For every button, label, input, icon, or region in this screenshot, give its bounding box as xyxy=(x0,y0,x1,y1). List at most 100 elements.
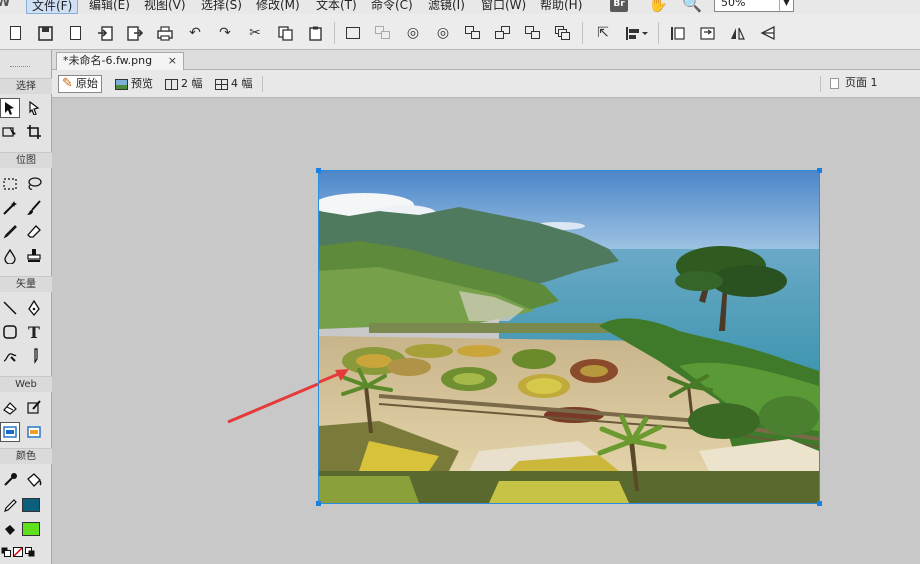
fill-color-icon xyxy=(0,520,20,540)
menu-text[interactable]: 文本(T) xyxy=(311,0,362,14)
no-stroke-fill-icon[interactable] xyxy=(12,542,24,562)
annotation-arrow xyxy=(319,369,349,384)
eyedropper-tool-icon[interactable] xyxy=(0,470,20,490)
swap-colors-icon[interactable] xyxy=(24,542,36,562)
bring-to-front-icon[interactable] xyxy=(464,24,482,42)
section-colors: 颜色 xyxy=(0,448,52,464)
flip-vertical-icon[interactable] xyxy=(758,24,776,42)
stroke-color-swatch[interactable] xyxy=(22,498,40,512)
selection-handle[interactable] xyxy=(817,168,822,173)
rotate-90-cw-icon[interactable] xyxy=(698,24,716,42)
original-view-button[interactable]: ✎ 原始 xyxy=(58,75,102,93)
distribute-icon[interactable]: ⇱ xyxy=(594,24,612,42)
default-colors-icon[interactable] xyxy=(0,542,12,562)
page-label: 页面 1 xyxy=(845,76,878,89)
import-icon[interactable] xyxy=(96,24,114,42)
save-as-icon[interactable] xyxy=(66,24,84,42)
rectangle-tool-icon[interactable] xyxy=(0,322,20,342)
selection-handle[interactable] xyxy=(817,501,822,506)
copy-icon[interactable] xyxy=(276,24,294,42)
menu-select[interactable]: 选择(S) xyxy=(196,0,247,14)
selected-bitmap[interactable] xyxy=(318,170,820,504)
rotate-90-ccw-icon[interactable] xyxy=(668,24,686,42)
blur-tool-icon[interactable] xyxy=(0,246,20,266)
knife-tool-icon[interactable] xyxy=(24,346,44,366)
zoom-select[interactable]: 50% ▼ xyxy=(714,0,794,12)
four-up-view-label: 4 幅 xyxy=(231,77,253,90)
document-tab[interactable]: *未命名-6.fw.png × xyxy=(56,52,184,70)
menu-view[interactable]: 视图(V) xyxy=(139,0,191,14)
ungroup-icon[interactable] xyxy=(374,24,392,42)
new-document-icon[interactable] xyxy=(6,24,24,42)
bridge-icon[interactable]: Br xyxy=(610,0,628,12)
crop-tool-icon[interactable] xyxy=(24,122,44,142)
hide-hotspots-icon[interactable] xyxy=(0,422,20,442)
four-up-view-button[interactable]: 4 幅 xyxy=(212,75,256,93)
eraser-tool-icon[interactable] xyxy=(24,222,44,242)
close-icon[interactable]: × xyxy=(168,53,177,69)
section-select: 选择 xyxy=(0,78,52,94)
selection-handle[interactable] xyxy=(316,501,321,506)
magic-wand-tool-icon[interactable] xyxy=(0,198,20,218)
slice-tool-icon[interactable] xyxy=(24,398,44,418)
pen-tool-icon[interactable] xyxy=(24,298,44,318)
canvas-area[interactable] xyxy=(52,98,920,564)
brush-tool-icon[interactable] xyxy=(24,198,44,218)
send-to-back-icon[interactable] xyxy=(554,24,572,42)
menu-commands[interactable]: 命令(C) xyxy=(366,0,418,14)
toolbar-divider xyxy=(334,22,335,44)
section-bitmap: 位图 xyxy=(0,152,52,168)
export-icon[interactable] xyxy=(126,24,144,42)
menu-file[interactable]: 文件(F) xyxy=(26,0,79,14)
rubber-stamp-tool-icon[interactable] xyxy=(24,246,44,266)
preview-view-button[interactable]: 预览 xyxy=(112,75,156,93)
menu-help[interactable]: 帮助(H) xyxy=(535,0,587,14)
send-backward-icon[interactable] xyxy=(524,24,542,42)
line-tool-icon[interactable] xyxy=(0,298,20,318)
pencil-icon: ✎ xyxy=(62,76,73,91)
align-dropdown-icon[interactable] xyxy=(624,24,650,42)
menu-modify[interactable]: 修改(M) xyxy=(251,0,305,14)
subselect-tool-icon[interactable] xyxy=(24,98,44,118)
group-icon[interactable] xyxy=(344,24,362,42)
original-view-label: 原始 xyxy=(75,77,98,90)
bring-forward-icon[interactable] xyxy=(494,24,512,42)
annotation-arrow-tail xyxy=(227,382,319,424)
zoom-icon[interactable]: 🔍 xyxy=(682,0,702,13)
print-icon[interactable] xyxy=(156,24,174,42)
two-up-view-label: 2 幅 xyxy=(181,77,203,90)
undo-icon[interactable]: ↶ xyxy=(186,24,204,42)
text-tool-icon[interactable]: T xyxy=(24,322,44,342)
join-icon[interactable]: ◎ xyxy=(404,24,422,42)
document-tab-title: *未命名-6.fw.png xyxy=(63,54,153,67)
scale-tool-icon[interactable] xyxy=(0,122,20,142)
pointer-tool-icon[interactable] xyxy=(0,98,20,118)
menu-window[interactable]: 窗口(W) xyxy=(476,0,531,14)
split-icon[interactable]: ◎ xyxy=(434,24,452,42)
page-selector[interactable]: 页面 1 xyxy=(830,75,878,91)
paint-bucket-tool-icon[interactable] xyxy=(24,470,44,490)
paste-icon[interactable] xyxy=(306,24,324,42)
main-toolbar: ↶ ↷ ✂ ◎ ◎ ⇱ xyxy=(0,14,920,50)
marquee-tool-icon[interactable] xyxy=(0,174,20,194)
cut-icon[interactable]: ✂ xyxy=(246,24,264,42)
selection-handle[interactable] xyxy=(316,168,321,173)
menu-edit[interactable]: 编辑(E) xyxy=(84,0,135,14)
freeform-tool-icon[interactable] xyxy=(0,346,20,366)
redo-icon[interactable]: ↷ xyxy=(216,24,234,42)
view-toolbar: ✎ 原始 预览 2 幅 4 幅 页面 1 xyxy=(52,70,920,98)
hotspot-tool-icon[interactable] xyxy=(0,398,20,418)
hand-icon[interactable]: ✋ xyxy=(648,0,668,13)
save-icon[interactable] xyxy=(36,24,54,42)
flip-horizontal-icon[interactable] xyxy=(728,24,746,42)
show-hotspots-icon[interactable] xyxy=(24,422,44,442)
lasso-tool-icon[interactable] xyxy=(24,174,44,194)
pencil-tool-icon[interactable] xyxy=(0,222,20,242)
menu-filters[interactable]: 滤镜(I) xyxy=(423,0,470,14)
chevron-down-icon: ▼ xyxy=(779,0,793,11)
two-up-view-button[interactable]: 2 幅 xyxy=(162,75,206,93)
toolbar-divider xyxy=(658,22,659,44)
panel-grip[interactable] xyxy=(10,66,30,69)
section-vector: 矢量 xyxy=(0,276,52,292)
fill-color-swatch[interactable] xyxy=(22,522,40,536)
